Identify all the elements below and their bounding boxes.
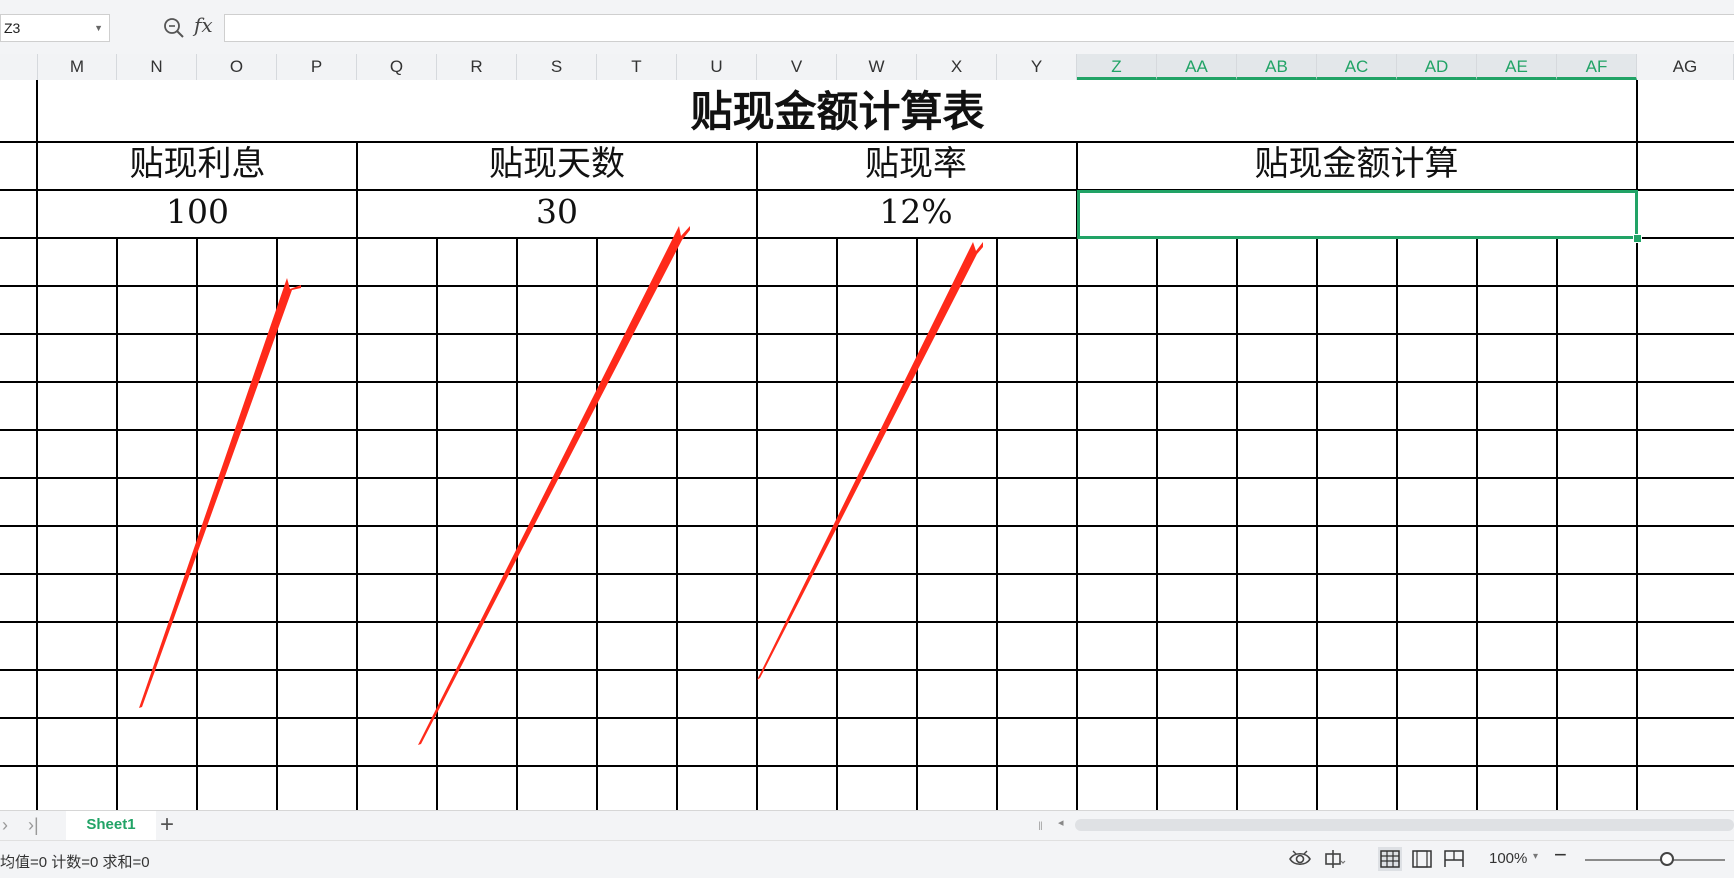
scroll-split-handle[interactable]: ‖ xyxy=(1038,819,1043,833)
header-interest: 贴现利息 xyxy=(129,144,266,184)
column-header-r[interactable]: R xyxy=(437,54,517,80)
column-header-row: M N O P Q R S T U V W X Y Z AA AB AC AD AE AF AG xyxy=(0,54,1734,81)
column-header-l[interactable] xyxy=(0,54,38,80)
column-header-ae[interactable]: AE xyxy=(1477,54,1557,80)
column-header-s[interactable]: S xyxy=(517,54,597,80)
fx-icon[interactable]: fx xyxy=(194,13,213,37)
column-header-p[interactable]: P xyxy=(277,54,357,80)
status-stats: 均值=0 计数=0 求和=0 xyxy=(0,854,150,871)
column-header-o[interactable]: O xyxy=(197,54,277,80)
sheet-tab-bar: › ›| Sheet1 + ‖ ◂ xyxy=(0,810,1734,841)
value-interest[interactable]: 100 xyxy=(38,190,357,234)
column-header-w[interactable]: W xyxy=(837,54,917,80)
column-header-q[interactable]: Q xyxy=(357,54,437,80)
last-sheet-icon[interactable]: ›| xyxy=(28,815,39,836)
crosshair-icon[interactable] xyxy=(1322,847,1346,871)
zoom-slider[interactable] xyxy=(1585,859,1725,861)
value-rate[interactable]: 12% xyxy=(757,190,1075,234)
prev-sheet-icon[interactable]: › xyxy=(2,815,8,836)
header-rate: 贴现率 xyxy=(865,144,967,184)
active-cell[interactable] xyxy=(1077,190,1638,239)
table-title: 贴现金额计算表 xyxy=(690,87,985,136)
column-header-m[interactable]: M xyxy=(38,54,117,80)
name-box-value: Z3 xyxy=(4,20,21,36)
sheet-grid[interactable]: 贴现金额计算表 贴现利息 贴现天数 贴现率 贴现金额计算 100 30 12% xyxy=(0,80,1734,810)
column-header-z[interactable]: Z xyxy=(1077,54,1157,80)
zoom-slider-thumb[interactable] xyxy=(1660,852,1674,866)
column-header-ad[interactable]: AD xyxy=(1397,54,1477,80)
zoom-out-button[interactable]: − xyxy=(1554,842,1567,868)
zoom-dropdown-icon[interactable]: ▾ xyxy=(1533,851,1538,862)
status-bar: 均值=0 计数=0 求和=0 100% ▾ − xyxy=(0,840,1734,878)
zoom-level[interactable]: 100% xyxy=(1489,850,1527,867)
column-header-y[interactable]: Y xyxy=(997,54,1077,80)
scroll-left-icon[interactable]: ◂ xyxy=(1058,816,1064,829)
zoom-lens-icon[interactable] xyxy=(162,16,186,40)
page-break-view-icon[interactable] xyxy=(1442,847,1466,871)
column-header-u[interactable]: U xyxy=(677,54,757,80)
normal-view-icon[interactable] xyxy=(1378,847,1402,871)
value-days[interactable]: 30 xyxy=(358,190,756,234)
add-sheet-button[interactable]: + xyxy=(160,811,174,839)
name-box-dropdown-icon[interactable]: ▼ xyxy=(94,15,103,41)
sheet-tab-sheet1[interactable]: Sheet1 xyxy=(66,811,156,840)
page-layout-view-icon[interactable] xyxy=(1410,847,1434,871)
column-header-af[interactable]: AF xyxy=(1557,54,1637,80)
column-header-ac[interactable]: AC xyxy=(1317,54,1397,80)
column-header-aa[interactable]: AA xyxy=(1157,54,1237,80)
eye-icon[interactable] xyxy=(1288,847,1312,871)
column-header-v[interactable]: V xyxy=(757,54,837,80)
header-amount: 贴现金额计算 xyxy=(1254,144,1459,184)
formula-input[interactable] xyxy=(224,14,1734,42)
column-header-ag[interactable]: AG xyxy=(1637,54,1734,80)
column-header-t[interactable]: T xyxy=(597,54,677,80)
column-header-n[interactable]: N xyxy=(117,54,197,80)
column-header-x[interactable]: X xyxy=(917,54,997,80)
header-days: 贴现天数 xyxy=(489,144,625,184)
fill-handle[interactable] xyxy=(1633,234,1642,243)
name-box[interactable]: Z3 ▼ xyxy=(0,14,110,42)
horizontal-scrollbar[interactable] xyxy=(1075,819,1734,831)
formula-bar: Z3 ▼ fx xyxy=(0,0,1734,55)
column-header-ab[interactable]: AB xyxy=(1237,54,1317,80)
